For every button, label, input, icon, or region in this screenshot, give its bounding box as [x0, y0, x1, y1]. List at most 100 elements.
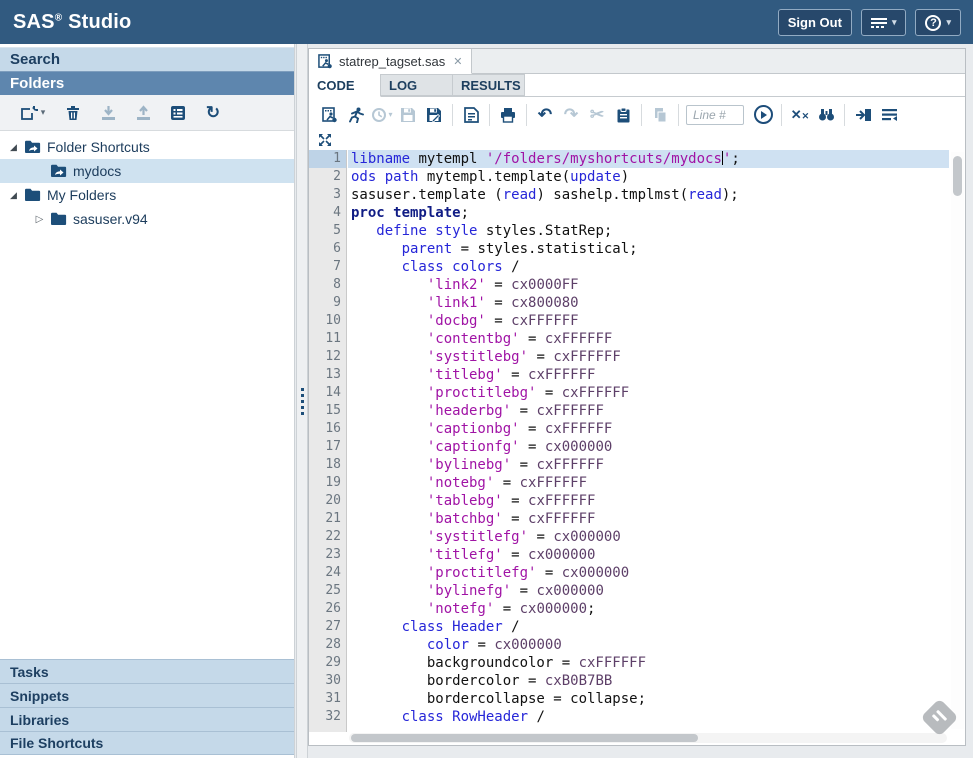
document-tab[interactable]: statrep_tagset.sas ✕	[309, 49, 472, 74]
maximize-view-button[interactable]	[318, 133, 332, 147]
code-line[interactable]: class colors /	[348, 258, 949, 276]
code-line[interactable]: 'docbg' = cxFFFFFF	[348, 312, 949, 330]
code-document-icon	[464, 107, 479, 123]
folder-tree: ◢Folder Shortcutsmydocs◢My Folders▷sasus…	[0, 131, 294, 231]
app-menu-button[interactable]: ▾	[861, 9, 907, 36]
copy-button[interactable]	[647, 102, 673, 128]
upload-button[interactable]	[129, 100, 157, 126]
code-line[interactable]: 'bylinebg' = cxFFFFFF	[348, 456, 949, 474]
tab-log[interactable]: LOG	[381, 74, 453, 96]
tree-expanded-icon: ◢	[10, 142, 17, 153]
code-lines: libname mytempl '/folders/myshortcuts/my…	[348, 150, 949, 732]
code-line[interactable]: bordercolor = cxB0B7BB	[348, 672, 949, 690]
refresh-button[interactable]: ↻	[199, 100, 227, 126]
tree-item-mydocs[interactable]: mydocs	[0, 159, 294, 183]
help-menu-button[interactable]: ? ▾	[915, 9, 961, 36]
find-button[interactable]	[813, 102, 839, 128]
code-line[interactable]: 'link1' = cx800080	[348, 294, 949, 312]
chevron-down-icon: ▾	[388, 110, 392, 119]
print-button[interactable]	[495, 102, 521, 128]
search-section-header[interactable]: Search	[0, 47, 294, 71]
vertical-scrollbar-thumb[interactable]	[953, 156, 962, 196]
code-line[interactable]: 'contentbg' = cxFFFFFF	[348, 330, 949, 348]
code-line[interactable]: libname mytempl '/folders/myshortcuts/my…	[348, 150, 949, 168]
code-line[interactable]: 'tablebg' = cxFFFFFF	[348, 492, 949, 510]
code-line[interactable]: 'bylinefg' = cx000000	[348, 582, 949, 600]
tab-results[interactable]: RESULTS	[453, 74, 525, 96]
code-line[interactable]: 'notefg' = cx000000;	[348, 600, 949, 618]
code-line[interactable]: 'titlefg' = cx000000	[348, 546, 949, 564]
tree-expanded-icon: ◢	[10, 190, 17, 201]
format-code-button[interactable]	[876, 102, 902, 128]
batch-submit-button[interactable]	[850, 102, 876, 128]
code-line[interactable]: 'link2' = cx0000FF	[348, 276, 949, 294]
clear-code-button[interactable]: ✕✕	[787, 102, 813, 128]
code-line[interactable]: 'titlebg' = cxFFFFFF	[348, 366, 949, 384]
code-line[interactable]: parent = styles.statistical;	[348, 240, 949, 258]
pane-splitter[interactable]	[296, 44, 308, 758]
sidebar-section-file-shortcuts[interactable]: File Shortcuts	[0, 731, 294, 755]
paste-button[interactable]	[610, 102, 636, 128]
code-line[interactable]: bordercollapse = collapse;	[348, 690, 949, 708]
new-program-button[interactable]	[317, 102, 343, 128]
line-number: 19	[309, 474, 346, 492]
delete-button[interactable]	[59, 100, 87, 126]
line-number: 9	[309, 294, 346, 312]
code-line[interactable]: class RowHeader /	[348, 708, 949, 726]
close-icon[interactable]: ✕	[453, 55, 462, 68]
line-number: 16	[309, 420, 346, 438]
code-line[interactable]: 'headerbg' = cxFFFFFF	[348, 402, 949, 420]
tree-item-my-folders[interactable]: ◢My Folders	[0, 183, 294, 207]
code-line[interactable]: 'proctitlebg' = cxFFFFFF	[348, 384, 949, 402]
tab-code[interactable]: CODE	[309, 74, 381, 97]
sidebar-section-libraries[interactable]: Libraries	[0, 707, 294, 731]
sidebar-section-snippets[interactable]: Snippets	[0, 683, 294, 707]
sidebar-section-tasks[interactable]: Tasks	[0, 659, 294, 683]
download-button[interactable]	[94, 100, 122, 126]
code-line[interactable]: color = cx000000	[348, 636, 949, 654]
code-line[interactable]: backgroundcolor = cxFFFFFF	[348, 654, 949, 672]
binoculars-icon	[818, 107, 835, 122]
code-line[interactable]: 'notebg' = cxFFFFFF	[348, 474, 949, 492]
code-line[interactable]: proc template;	[348, 204, 949, 222]
properties-button[interactable]	[164, 100, 192, 126]
code-line[interactable]: define style styles.StatRep;	[348, 222, 949, 240]
vertical-scrollbar[interactable]	[951, 152, 964, 729]
editor-header	[309, 132, 965, 150]
code-line[interactable]: 'systitlebg' = cxFFFFFF	[348, 348, 949, 366]
line-number: 22	[309, 528, 346, 546]
code-line[interactable]: sasuser.template (read) sashelp.tmplmst(…	[348, 186, 949, 204]
line-number: 18	[309, 456, 346, 474]
code-line[interactable]: 'proctitlefg' = cx000000	[348, 564, 949, 582]
upload-icon	[136, 105, 151, 121]
save-as-button[interactable]	[421, 102, 447, 128]
horizontal-scrollbar[interactable]	[349, 733, 947, 743]
goto-line-button[interactable]	[750, 102, 776, 128]
code-line[interactable]: 'captionfg' = cx000000	[348, 438, 949, 456]
code-line[interactable]: 'systitlefg' = cx000000	[348, 528, 949, 546]
new-item-button[interactable]: ▾	[14, 100, 52, 126]
program-summary-button[interactable]	[458, 102, 484, 128]
code-editor[interactable]: 1234567891011121314151617181920212223242…	[309, 150, 965, 745]
sign-out-button[interactable]: Sign Out	[778, 9, 852, 36]
horizontal-scrollbar-thumb[interactable]	[351, 734, 698, 742]
tree-item-folder-shortcuts[interactable]: ◢Folder Shortcuts	[0, 135, 294, 159]
folders-toolbar: ▾ ↻	[0, 95, 294, 131]
app-header: SAS® Studio Sign Out ▾ ? ▾	[0, 0, 973, 44]
code-line[interactable]: class Header /	[348, 618, 949, 636]
line-number-input[interactable]	[686, 105, 744, 125]
cut-button[interactable]: ✂	[584, 102, 610, 128]
code-line[interactable]: 'batchbg' = cxFFFFFF	[348, 510, 949, 528]
menu-icon	[871, 18, 887, 28]
line-number: 4	[309, 204, 346, 222]
undo-button[interactable]: ↶	[532, 102, 558, 128]
properties-icon	[170, 105, 186, 121]
submission-history-button[interactable]: ▾	[369, 102, 395, 128]
tree-item-sasuser-v94[interactable]: ▷sasuser.v94	[0, 207, 294, 231]
redo-button[interactable]: ↷	[558, 102, 584, 128]
folders-section-header[interactable]: Folders	[0, 71, 294, 95]
save-button[interactable]	[395, 102, 421, 128]
code-line[interactable]: 'captionbg' = cxFFFFFF	[348, 420, 949, 438]
run-button[interactable]	[343, 102, 369, 128]
code-line[interactable]: ods path mytempl.template(update)	[348, 168, 949, 186]
